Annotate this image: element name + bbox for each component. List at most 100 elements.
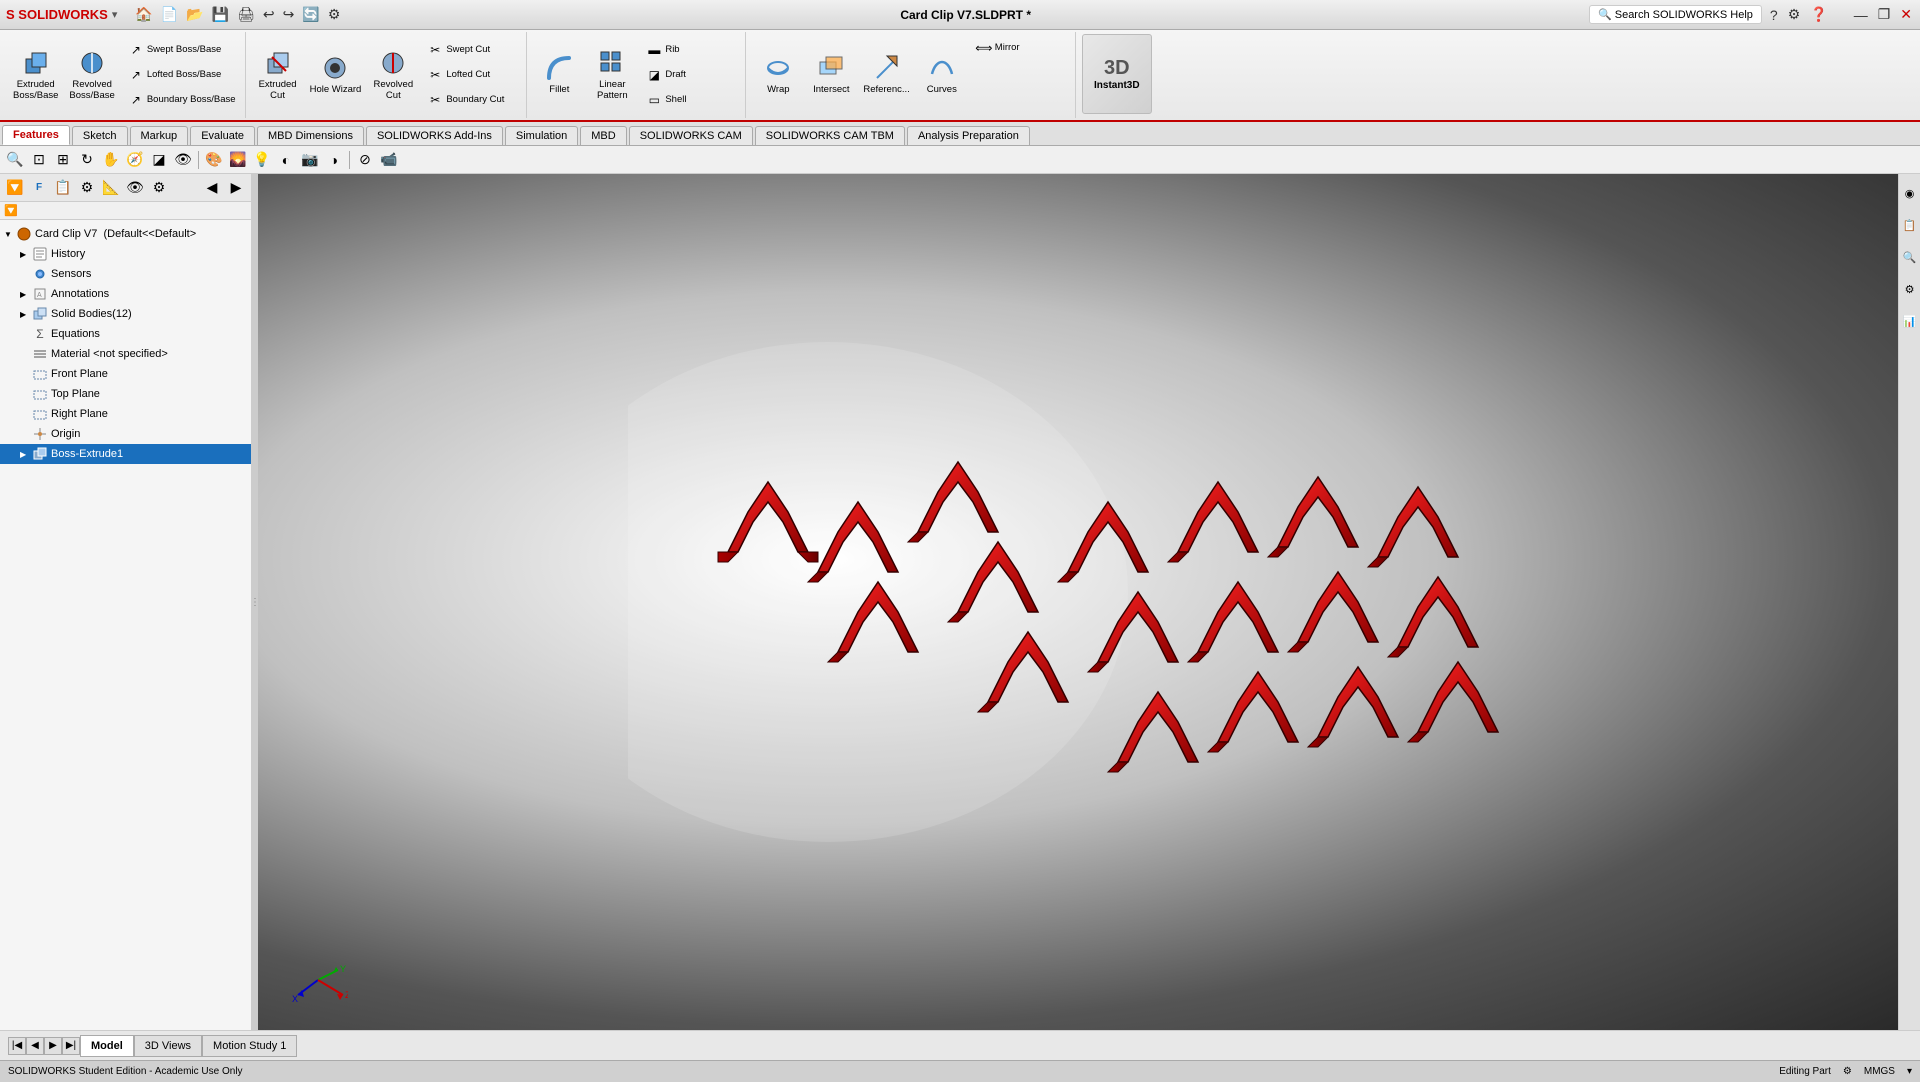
tree-item-solid-bodies[interactable]: ▶ Solid Bodies(12) bbox=[0, 304, 251, 324]
options-button[interactable]: ⚙ bbox=[326, 6, 343, 23]
instant3d-button[interactable]: 3D Instant3D bbox=[1082, 34, 1152, 114]
question-icon[interactable]: ❓ bbox=[1808, 6, 1829, 23]
settings-icon[interactable]: ⚙ bbox=[1786, 6, 1803, 23]
tree-item-equations[interactable]: ▶ Σ Equations bbox=[0, 324, 251, 344]
restore-button[interactable]: ❐ bbox=[1876, 6, 1893, 23]
tab-solidworks-cam[interactable]: SOLIDWORKS CAM bbox=[629, 126, 753, 145]
revolved-boss-button[interactable]: RevolvedBoss/Base bbox=[64, 34, 119, 114]
new-button[interactable]: 📄 bbox=[159, 6, 180, 23]
right-panel-btn-3[interactable]: 🔍 bbox=[1901, 242, 1919, 272]
config-manager-button[interactable]: ⚙ bbox=[76, 177, 98, 199]
tree-right-button[interactable]: ▶ bbox=[225, 177, 247, 199]
boundary-cut-button[interactable]: ✂ Boundary Cut bbox=[422, 88, 522, 112]
tab-nav-last[interactable]: ▶| bbox=[62, 1037, 80, 1055]
tab-nav-next[interactable]: ▶ bbox=[44, 1037, 62, 1055]
units-dropdown[interactable]: ▾ bbox=[1907, 1066, 1912, 1077]
open-button[interactable]: 📂 bbox=[184, 6, 205, 23]
rib-button[interactable]: ▬ Rib bbox=[641, 38, 741, 62]
expand-annotations[interactable]: ▶ bbox=[20, 290, 32, 299]
tab-evaluate[interactable]: Evaluate bbox=[190, 126, 255, 145]
close-button[interactable]: ✕ bbox=[1898, 6, 1914, 23]
display-style-button[interactable]: ◪ bbox=[148, 149, 170, 171]
linear-pattern-button[interactable]: LinearPattern bbox=[586, 34, 638, 114]
extruded-cut-button[interactable]: ExtrudedCut bbox=[252, 34, 304, 114]
tree-item-material[interactable]: ▶ Material <not specified> bbox=[0, 344, 251, 364]
zoom-area-button[interactable]: 🔍 bbox=[4, 149, 26, 171]
tab-analysis-prep[interactable]: Analysis Preparation bbox=[907, 126, 1030, 145]
lofted-cut-button[interactable]: ✂ Lofted Cut bbox=[422, 63, 522, 87]
extruded-boss-button[interactable]: ExtrudedBoss/Base bbox=[8, 34, 63, 114]
tab-nav-first[interactable]: |◀ bbox=[8, 1037, 26, 1055]
right-panel-btn-2[interactable]: 📋 bbox=[1901, 210, 1919, 240]
tab-mbd-dimensions[interactable]: MBD Dimensions bbox=[257, 126, 364, 145]
shadows-button[interactable]: ◐ bbox=[275, 149, 297, 171]
swept-cut-button[interactable]: ✂ Swept Cut bbox=[422, 38, 522, 62]
tab-nav-prev[interactable]: ◀ bbox=[26, 1037, 44, 1055]
tree-item-right-plane[interactable]: ▶ Right Plane bbox=[0, 404, 251, 424]
save-button[interactable]: 💾 bbox=[210, 6, 231, 23]
bottom-tab-3d-views[interactable]: 3D Views bbox=[134, 1035, 202, 1057]
hide-show-button[interactable]: 👁 bbox=[172, 149, 194, 171]
minimize-button[interactable]: — bbox=[1852, 7, 1870, 23]
zoom-fit-button[interactable]: ⊡ bbox=[28, 149, 50, 171]
wrap-button[interactable]: Wrap bbox=[752, 34, 804, 114]
right-panel-btn-1[interactable]: ◉ bbox=[1901, 178, 1919, 208]
revolved-cut-button[interactable]: RevolvedCut bbox=[367, 34, 419, 114]
perspective-button[interactable]: 📷 bbox=[299, 149, 321, 171]
tree-item-origin[interactable]: ▶ Origin bbox=[0, 424, 251, 444]
zoom-sheet-button[interactable]: ⊞ bbox=[52, 149, 74, 171]
tab-mbd[interactable]: MBD bbox=[580, 126, 626, 145]
dim-xpert-button[interactable]: 📐 bbox=[100, 177, 122, 199]
tab-simulation[interactable]: Simulation bbox=[505, 126, 578, 145]
tab-markup[interactable]: Markup bbox=[130, 126, 189, 145]
bottom-tab-motion-study[interactable]: Motion Study 1 bbox=[202, 1035, 297, 1057]
filter-button[interactable]: 🔽 bbox=[4, 177, 26, 199]
rebuild-button[interactable]: 🔄 bbox=[300, 6, 321, 23]
expand-history[interactable]: ▶ bbox=[20, 250, 32, 259]
mirror-button[interactable]: ⟺ Mirror bbox=[971, 36, 1071, 60]
search-box[interactable]: 🔍 Search SOLIDWORKS Help bbox=[1589, 5, 1762, 24]
home-button[interactable]: 🏠 bbox=[133, 6, 154, 23]
tab-sketch[interactable]: Sketch bbox=[72, 126, 128, 145]
property-manager-button[interactable]: 📋 bbox=[52, 177, 74, 199]
tree-item-boss-extrude1[interactable]: ▶ Boss-Extrude1 bbox=[0, 444, 251, 464]
feature-manager-button[interactable]: F bbox=[28, 177, 50, 199]
shell-button[interactable]: ▭ Shell bbox=[641, 88, 741, 112]
right-panel-btn-4[interactable]: ⚙ bbox=[1901, 274, 1919, 304]
ambient-occlusion-button[interactable]: ◑ bbox=[323, 149, 345, 171]
help-link[interactable]: ? bbox=[1768, 7, 1780, 23]
lofted-boss-button[interactable]: ↗ Lofted Boss/Base bbox=[123, 63, 241, 87]
view-orient-button[interactable]: 🧭 bbox=[124, 149, 146, 171]
section-view-button[interactable]: ⊘ bbox=[354, 149, 376, 171]
undo-button[interactable]: ↩ bbox=[261, 6, 277, 23]
tree-item-root[interactable]: ▼ Card Clip V7 (Default<<Default> bbox=[0, 224, 251, 244]
tab-features[interactable]: Features bbox=[2, 125, 70, 145]
fillet-button[interactable]: Fillet bbox=[533, 34, 585, 114]
expand-boss-extrude1[interactable]: ▶ bbox=[20, 450, 32, 459]
hole-wizard-button[interactable]: Hole Wizard bbox=[305, 34, 367, 114]
scenes-button[interactable]: 🌄 bbox=[227, 149, 249, 171]
viewport[interactable]: Y X Z bbox=[258, 174, 1898, 1030]
tree-item-top-plane[interactable]: ▶ Top Plane bbox=[0, 384, 251, 404]
curves-button[interactable]: Curves bbox=[916, 34, 968, 114]
intersect-button[interactable]: Intersect bbox=[805, 34, 857, 114]
bottom-tab-model[interactable]: Model bbox=[80, 1035, 134, 1057]
print-button[interactable]: 🖨 bbox=[235, 6, 257, 23]
expand-solid-bodies[interactable]: ▶ bbox=[20, 310, 32, 319]
tree-item-sensors[interactable]: ▶ Sensors bbox=[0, 264, 251, 284]
tree-item-annotations[interactable]: ▶ A Annotations bbox=[0, 284, 251, 304]
reference-geometry-button[interactable]: Referenc... bbox=[858, 34, 914, 114]
tab-solidworks-addins[interactable]: SOLIDWORKS Add-Ins bbox=[366, 126, 503, 145]
realview-button[interactable]: 💡 bbox=[251, 149, 273, 171]
tree-left-button[interactable]: ◀ bbox=[201, 177, 223, 199]
cam-manager-button[interactable]: ⚙ bbox=[148, 177, 170, 199]
edit-appearance-button[interactable]: 🎨 bbox=[203, 149, 225, 171]
rotate-button[interactable]: ↻ bbox=[76, 149, 98, 171]
redo-button[interactable]: ↪ bbox=[281, 6, 297, 23]
tree-item-history[interactable]: ▶ History bbox=[0, 244, 251, 264]
pan-button[interactable]: ✋ bbox=[100, 149, 122, 171]
display-manager-button[interactable]: 👁 bbox=[124, 177, 146, 199]
camera-button[interactable]: 📹 bbox=[378, 149, 400, 171]
swept-boss-button[interactable]: ↗ Swept Boss/Base bbox=[123, 38, 241, 62]
tree-item-front-plane[interactable]: ▶ Front Plane bbox=[0, 364, 251, 384]
